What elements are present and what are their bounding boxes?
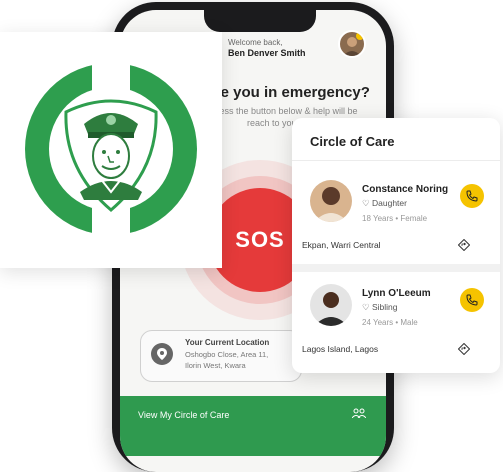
people-icon [351, 408, 367, 421]
call-button[interactable] [460, 184, 484, 208]
care-title: Circle of Care [310, 134, 395, 149]
current-location-card[interactable]: Your Current Location Oshogbo Close, Are… [140, 330, 302, 382]
phone-icon [466, 190, 478, 202]
heart-icon: ♡ [362, 198, 370, 208]
contact-name: Lynn O'Leeum [362, 288, 431, 299]
location-address-line1: Oshogbo Close, Area 11, [185, 350, 269, 359]
avatar[interactable] [338, 30, 366, 58]
contact-name: Constance Noring [362, 184, 449, 195]
location-title: Your Current Location [185, 338, 270, 347]
circle-of-care-card: Circle of Care Constance Noring ♡ Daught… [292, 118, 500, 373]
directions-icon[interactable] [457, 342, 471, 356]
police-shield-logo [22, 60, 200, 238]
contact-photo [310, 180, 352, 222]
contact-address: Ekpan, Warri Central [302, 240, 381, 250]
contact-address: Lagos Island, Lagos [302, 344, 379, 354]
contact-card[interactable]: Lynn O'Leeum ♡ Sibling 24 Years • Male L… [292, 272, 500, 376]
contact-card[interactable]: Constance Noring ♡ Daughter 18 Years • F… [292, 168, 500, 272]
emergency-question: Are you in emergency? [204, 84, 370, 101]
phone-icon [466, 294, 478, 306]
directions-icon[interactable] [457, 238, 471, 252]
notification-badge [356, 32, 364, 40]
contact-meta: 18 Years • Female [362, 214, 428, 223]
contact-photo [310, 284, 352, 326]
call-button[interactable] [460, 288, 484, 312]
phone-notch [204, 10, 316, 32]
heart-icon: ♡ [362, 302, 370, 312]
contact-relation: ♡ Sibling [362, 302, 398, 312]
view-circle-button[interactable]: View My Circle of Care [120, 396, 386, 456]
police-logo-card [0, 32, 222, 268]
contact-relation: ♡ Daughter [362, 198, 407, 208]
user-name: Ben Denver Smith [228, 48, 306, 58]
location-address-line2: Ilorin West, Kwara [185, 361, 246, 370]
view-circle-label: View My Circle of Care [138, 410, 230, 420]
divider [292, 160, 500, 161]
location-pin-icon [151, 343, 173, 365]
contact-meta: 24 Years • Male [362, 318, 418, 327]
welcome-text: Welcome back, [228, 38, 283, 47]
divider [292, 264, 500, 272]
